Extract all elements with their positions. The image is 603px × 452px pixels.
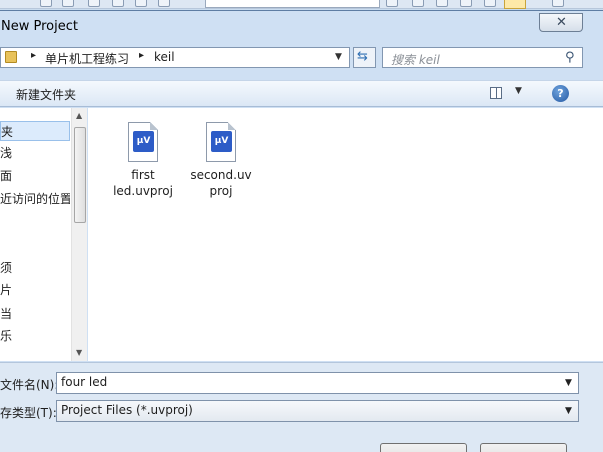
breadcrumb-separator[interactable]: ▸ bbox=[31, 50, 36, 61]
filename-label: 文件名(N): bbox=[0, 378, 59, 392]
toolbar-icon[interactable] bbox=[135, 0, 147, 7]
filetype-label: 存类型(T): bbox=[0, 406, 57, 420]
save-button[interactable] bbox=[380, 443, 467, 452]
file-item[interactable]: μV second.uv proj bbox=[179, 122, 263, 199]
chevron-down-icon[interactable]: ▼ bbox=[565, 406, 572, 416]
refresh-icon: ⇆ bbox=[357, 49, 368, 64]
save-form: 文件名(N): four led ▼ 存类型(T): Project Files… bbox=[0, 362, 603, 452]
file-name: second.uv proj bbox=[179, 167, 263, 199]
app-toolbar-strip bbox=[0, 0, 603, 9]
breadcrumb-separator[interactable]: ▸ bbox=[139, 50, 144, 61]
file-name: first led.uvproj bbox=[101, 167, 185, 199]
uvproj-file-icon: μV bbox=[206, 122, 236, 162]
toolbar-icon[interactable] bbox=[484, 0, 496, 7]
folder-icon bbox=[5, 51, 17, 63]
toolbar-icon[interactable] bbox=[40, 0, 52, 7]
help-button[interactable]: ? bbox=[552, 85, 569, 102]
chevron-down-icon: ▼ bbox=[515, 86, 522, 96]
filetype-select[interactable]: Project Files (*.uvproj) bbox=[56, 400, 579, 422]
cancel-button[interactable] bbox=[480, 443, 567, 452]
command-bar: 新建文件夹 ▼ ? bbox=[0, 80, 603, 107]
view-options-button[interactable]: ▼ bbox=[490, 85, 528, 103]
toolbar-icon[interactable] bbox=[412, 0, 424, 7]
nav-item[interactable]: 须 bbox=[0, 258, 70, 278]
refresh-button[interactable]: ⇆ bbox=[353, 47, 376, 68]
chevron-down-icon[interactable]: ▼ bbox=[565, 378, 572, 388]
address-dropdown-icon[interactable]: ▼ bbox=[335, 52, 342, 62]
address-bar[interactable]: ▸ 单片机工程练习 ▸ keil ▼ bbox=[0, 47, 350, 68]
close-button[interactable]: ✕ bbox=[539, 13, 583, 32]
toolbar-icon[interactable] bbox=[386, 0, 398, 7]
file-name-line: first bbox=[131, 168, 155, 182]
breadcrumb-item[interactable]: 单片机工程练习 bbox=[45, 50, 129, 67]
nav-item[interactable]: 当 bbox=[0, 304, 70, 324]
nav-scrollbar[interactable]: ▲ ▼ bbox=[71, 108, 87, 361]
nav-item[interactable]: 片 bbox=[0, 280, 70, 300]
toolbar-icon[interactable] bbox=[62, 0, 74, 7]
dialog-title: New Project bbox=[1, 19, 78, 34]
uvproj-file-icon: μV bbox=[128, 122, 158, 162]
file-item[interactable]: μV first led.uvproj bbox=[101, 122, 185, 199]
file-name-line: led.uvproj bbox=[113, 184, 173, 198]
toolbar-icon[interactable] bbox=[552, 0, 564, 7]
nav-item[interactable]: 乐 bbox=[0, 326, 70, 346]
toolbar-combo[interactable] bbox=[205, 0, 380, 8]
close-icon: ✕ bbox=[556, 15, 567, 30]
keil-badge: μV bbox=[211, 131, 232, 152]
toolbar-icon[interactable] bbox=[88, 0, 100, 7]
navigation-pane: 夹 浅 面 近访问的位置 须 片 当 乐 ▲ ▼ bbox=[0, 108, 87, 361]
search-input[interactable]: 搜索 keil ⚲ bbox=[382, 47, 583, 68]
toolbar-icon[interactable] bbox=[158, 0, 170, 7]
file-name-line: second.uv bbox=[190, 168, 252, 182]
nav-item[interactable]: 浅 bbox=[0, 143, 70, 163]
toolbar-icon[interactable] bbox=[460, 0, 472, 7]
scrollbar-thumb[interactable] bbox=[74, 127, 86, 223]
nav-item[interactable]: 夹 bbox=[0, 121, 70, 141]
view-grid-icon bbox=[490, 87, 502, 99]
filename-input[interactable]: four led bbox=[56, 372, 579, 394]
file-list: μV first led.uvproj μV second.uv proj bbox=[88, 108, 603, 361]
scroll-up-icon[interactable]: ▲ bbox=[76, 111, 82, 120]
nav-item[interactable]: 面 bbox=[0, 166, 70, 186]
new-folder-button[interactable]: 新建文件夹 bbox=[16, 86, 76, 103]
nav-item[interactable]: 近访问的位置 bbox=[0, 189, 70, 209]
search-placeholder: 搜索 keil bbox=[391, 53, 440, 67]
breadcrumb-item[interactable]: keil bbox=[154, 50, 175, 64]
toolbar-active-icon[interactable] bbox=[504, 0, 526, 9]
file-name-line: proj bbox=[209, 184, 233, 198]
toolbar-icon[interactable] bbox=[436, 0, 448, 7]
search-icon[interactable]: ⚲ bbox=[565, 50, 575, 65]
toolbar-icon[interactable] bbox=[112, 0, 124, 7]
keil-badge: μV bbox=[133, 131, 154, 152]
scroll-down-icon[interactable]: ▼ bbox=[76, 348, 82, 357]
